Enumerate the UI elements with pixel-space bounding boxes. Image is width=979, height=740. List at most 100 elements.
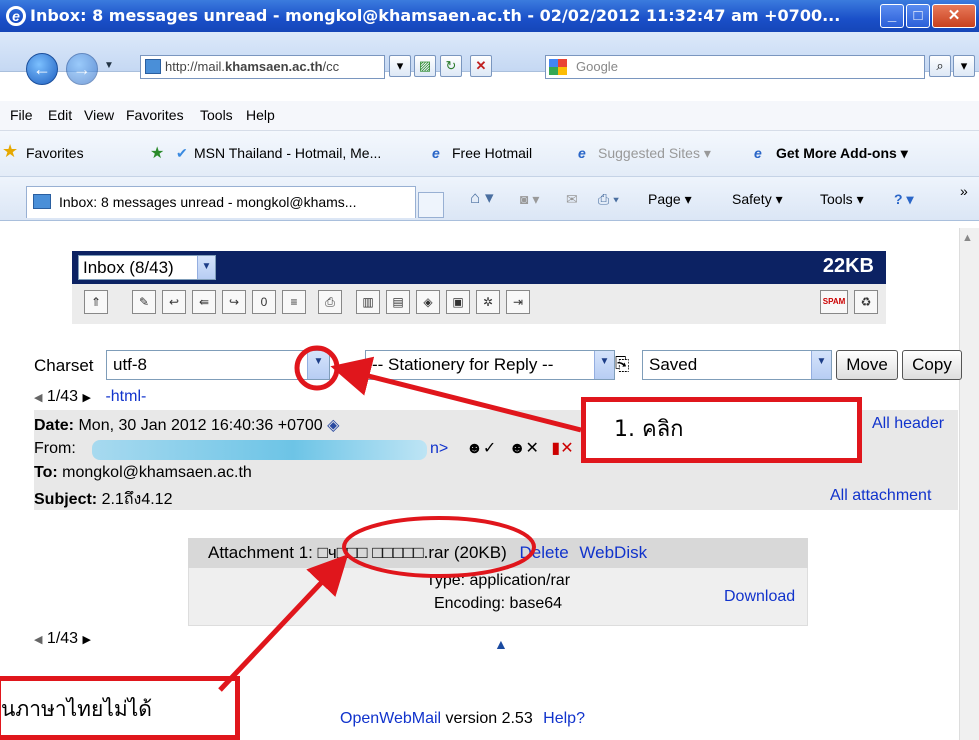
block-smtp-icon[interactable]: ▮✕: [551, 440, 573, 457]
menu-file[interactable]: File: [10, 107, 33, 123]
maximize-button[interactable]: □: [906, 4, 930, 28]
forward-icon[interactable]: ↪: [222, 290, 246, 314]
attachment-size: (20KB): [453, 543, 507, 562]
home-icon[interactable]: ⌂ ▾: [470, 188, 494, 208]
back-button[interactable]: ←: [26, 53, 58, 85]
forward-button[interactable]: →: [66, 53, 98, 85]
compose-icon[interactable]: ✎: [132, 290, 156, 314]
stationery-edit-icon[interactable]: ⎘: [615, 354, 629, 375]
destination-folder-value: Saved: [649, 355, 698, 374]
edit-as-new-icon[interactable]: ≡: [282, 290, 306, 314]
tab-inbox[interactable]: Inbox: 8 messages unread - mongkol@khams…: [26, 186, 416, 218]
ie-page-icon: e: [432, 145, 440, 161]
all-headers-link[interactable]: All header: [872, 415, 944, 433]
print-icon[interactable]: ⎙ ▾: [598, 191, 619, 208]
search-options-button[interactable]: ▾: [953, 55, 975, 77]
minimize-button[interactable]: _: [880, 4, 904, 28]
prev-page-icon[interactable]: ◀: [34, 392, 42, 404]
favorite-get-more-addons[interactable]: Get More Add-ons ▾: [776, 145, 908, 162]
menu-view[interactable]: View: [84, 107, 114, 123]
charset-select[interactable]: utf-8 ▼: [106, 350, 330, 380]
favorite-free-hotmail[interactable]: Free Hotmail: [452, 145, 532, 161]
filter-icon[interactable]: ◈: [416, 290, 440, 314]
mail-icon[interactable]: ✉: [566, 191, 578, 208]
folder-up-icon[interactable]: ⇑: [84, 290, 108, 314]
download-link[interactable]: Download: [724, 588, 795, 606]
callout-thai-text: นภาษาไทยไม่ได้: [1, 697, 152, 721]
vertical-scrollbar[interactable]: ▲: [959, 228, 979, 740]
address-dropdown-button[interactable]: ▾: [389, 55, 411, 77]
move-button[interactable]: Move: [836, 350, 898, 380]
destination-folder-select[interactable]: Saved ▼: [642, 350, 832, 380]
new-tab-button[interactable]: [418, 192, 444, 218]
copy-button[interactable]: Copy: [902, 350, 962, 380]
close-window-button[interactable]: ✕: [932, 4, 976, 28]
next-page-icon[interactable]: ▶: [83, 392, 91, 404]
from-address-tail[interactable]: n>: [430, 440, 448, 458]
stationery-select[interactable]: -- Stationery for Reply -- ▼: [365, 350, 615, 380]
addressbook-icon[interactable]: ▥: [356, 290, 380, 314]
menu-bar: File Edit View Favorites Tools Help: [0, 101, 979, 131]
all-attachments-link[interactable]: All attachment: [830, 487, 931, 505]
calendar-icon[interactable]: ▤: [386, 290, 410, 314]
attachment-row: Attachment 1: □ч□□□ □□□□□.rar (20KB) Del…: [188, 538, 808, 568]
reply-icon[interactable]: ↩: [162, 290, 186, 314]
print-message-icon[interactable]: ⎙: [318, 290, 342, 314]
menu-help[interactable]: Help: [246, 107, 275, 123]
add-to-addressbook-icon[interactable]: ☻✓: [466, 440, 496, 457]
page-menu[interactable]: Page ▾: [648, 191, 692, 208]
refresh-icon[interactable]: ↻: [440, 55, 462, 77]
openwebmail-link[interactable]: OpenWebMail: [340, 710, 441, 727]
scroll-up-icon[interactable]: ▲: [962, 232, 973, 244]
attachment-encoding: Encoding: base64: [433, 595, 563, 612]
folder-select[interactable]: Inbox (8/43) ▼: [78, 255, 216, 280]
message-size: 22KB: [822, 255, 874, 277]
charset-label: Charset: [34, 356, 94, 375]
reply-all-icon[interactable]: ⇚: [192, 290, 216, 314]
menu-favorites[interactable]: Favorites: [126, 107, 184, 123]
safety-menu[interactable]: Safety ▾: [732, 191, 783, 208]
search-icon[interactable]: ⌕: [929, 55, 951, 77]
destination-chevron-down-icon: ▼: [811, 351, 831, 379]
to-label: To:: [34, 464, 58, 481]
more-tools-chevron-icon[interactable]: »: [960, 183, 968, 199]
forward-attachment-icon[interactable]: 0: [252, 290, 276, 314]
menu-edit[interactable]: Edit: [48, 107, 72, 123]
pager-top: ◀ 1/43 ▶ -html-: [34, 388, 146, 406]
attachment-webdisk-link[interactable]: WebDisk: [579, 543, 647, 562]
html-view-link[interactable]: -html-: [105, 388, 146, 405]
stop-icon[interactable]: ✕: [470, 55, 492, 77]
feeds-icon[interactable]: ◙ ▾: [520, 191, 539, 208]
add-favorite-icon[interactable]: ★: [150, 143, 164, 163]
charset-chevron-down-icon[interactable]: ▼: [307, 351, 329, 379]
help-icon[interactable]: ? ▾: [894, 191, 913, 208]
attachment-delete-link[interactable]: Delete: [520, 543, 569, 562]
add-calendar-icon[interactable]: ◈: [327, 417, 339, 434]
favorite-msn-thailand[interactable]: MSN Thailand - Hotmail, Me...: [194, 145, 381, 161]
window-titlebar: e Inbox: 8 messages unread - mongkol@kha…: [0, 0, 979, 32]
address-bar[interactable]: http://mail.khamsaen.ac.th/cc: [140, 55, 385, 79]
trash-icon[interactable]: ♻: [854, 290, 878, 314]
pager-bottom: ◀ 1/43 ▶: [34, 630, 91, 648]
favorites-button[interactable]: Favorites: [26, 145, 84, 161]
prev-page-bottom-icon[interactable]: ◀: [34, 634, 42, 646]
spam-icon[interactable]: SPAM: [820, 290, 848, 314]
attachment-filename[interactable]: □ч□□□ □□□□□.rar: [318, 543, 450, 562]
recent-pages-chevron-icon[interactable]: ▼: [104, 60, 114, 71]
compatibility-view-icon[interactable]: ▨: [414, 55, 436, 77]
preferences-icon[interactable]: ✲: [476, 290, 500, 314]
search-input[interactable]: Google: [545, 55, 925, 79]
scroll-to-top-icon[interactable]: ▲: [494, 636, 508, 652]
address-suffix: /cc: [322, 59, 340, 74]
next-page-bottom-icon[interactable]: ▶: [83, 634, 91, 646]
help-link[interactable]: Help?: [543, 710, 585, 727]
redacted-sender: [92, 440, 427, 460]
logout-icon[interactable]: ⇥: [506, 290, 530, 314]
ssh-terminal-icon[interactable]: ▣: [446, 290, 470, 314]
stationery-value: -- Stationery for Reply --: [372, 355, 554, 374]
menu-tools[interactable]: Tools: [200, 107, 233, 123]
block-sender-icon[interactable]: ☻✕: [509, 440, 539, 457]
address-domain: khamsaen.ac.th: [224, 59, 323, 74]
tools-menu[interactable]: Tools ▾: [820, 191, 864, 208]
favorite-suggested-sites[interactable]: Suggested Sites ▾: [598, 145, 711, 162]
